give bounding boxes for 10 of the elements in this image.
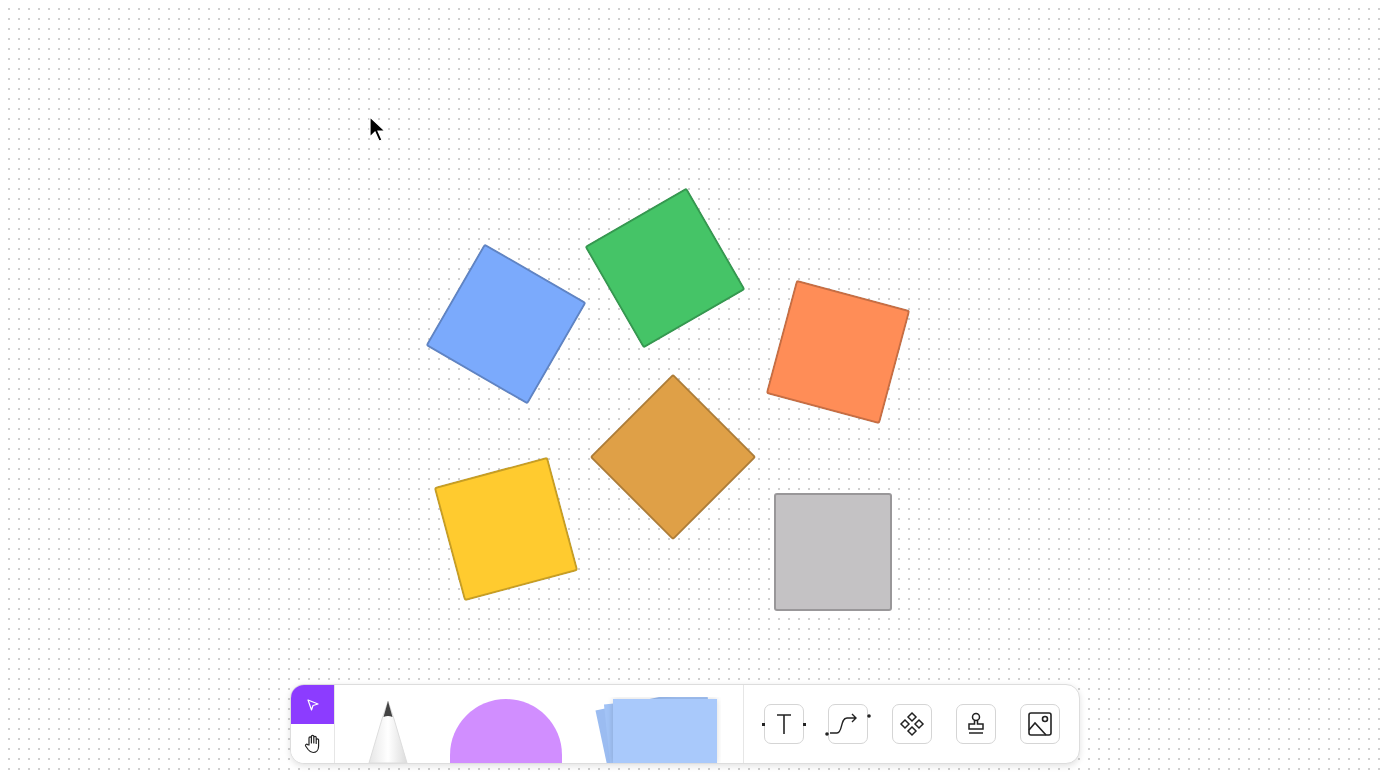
image-tool-button[interactable] [1020, 704, 1060, 744]
hand-icon [303, 733, 322, 754]
diamonds-tool-button[interactable] [892, 704, 932, 744]
cursor-icon [369, 116, 387, 144]
text-tool-button[interactable] [764, 704, 804, 744]
pointer-icon [305, 697, 320, 712]
connector-tool-button[interactable] [828, 704, 868, 744]
hand-tool-button[interactable] [291, 724, 334, 763]
pointer-tool-button[interactable] [291, 685, 334, 724]
stamp-tool-button[interactable] [956, 704, 996, 744]
